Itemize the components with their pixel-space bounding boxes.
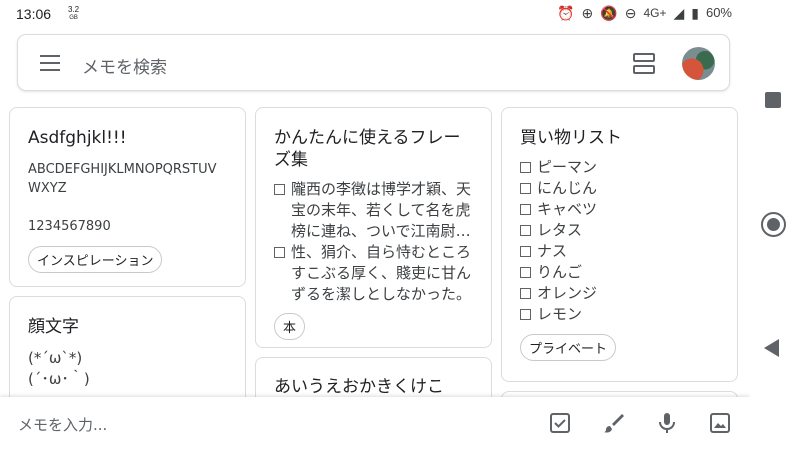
bottom-bar: メモを入力... <box>0 397 750 450</box>
checklist-item: ナス <box>520 241 719 262</box>
checkbox[interactable] <box>520 267 531 278</box>
battery-percent: 60% <box>705 5 732 20</box>
checklist-item-text: ナス <box>537 242 568 260</box>
checklist-item-text: にんじん <box>537 179 598 197</box>
search-bar[interactable]: メモを検索 <box>17 34 730 91</box>
mic-icon[interactable] <box>655 411 679 435</box>
checkbox[interactable] <box>520 309 531 320</box>
alarm-icon: ⏰ <box>557 4 575 21</box>
note-title: Asdfghjkl!!! <box>28 128 127 148</box>
image-icon[interactable] <box>708 411 732 435</box>
note-card[interactable]: かんたんに使えるフレーズ集 隴西の李徴は博学才穎、天宝の末年、若くして名を虎榜に… <box>255 107 492 348</box>
note-title: かんたんに使えるフレーズ集 <box>274 128 461 170</box>
checklist-item: 性、狷介、自ら恃むところすこぶる厚く、賤吏に甘んずるを潔しとしなかった。 <box>274 242 473 305</box>
checklist-item-text: 性、狷介、自ら恃むところすこぶる厚く、賤吏に甘んずるを潔しとしなかった。 <box>291 243 472 303</box>
checklist-item-text: レタス <box>537 221 583 239</box>
take-note-input[interactable]: メモを入力... <box>18 414 107 435</box>
brush-icon[interactable] <box>602 411 626 435</box>
notifications-off-icon: 🔕 <box>600 4 618 21</box>
note-title: あいうえおかきくけこ <box>274 377 444 397</box>
checkbox-icon[interactable] <box>548 411 572 435</box>
checklist-item-text: レモン <box>537 305 583 323</box>
checkbox[interactable] <box>274 184 285 195</box>
home-icon[interactable] <box>761 212 786 237</box>
checklist-item: にんじん <box>520 178 719 199</box>
checkbox[interactable] <box>520 225 531 236</box>
signal-icon: ◢ <box>673 4 685 21</box>
note-label-chip[interactable]: 本 <box>274 313 306 340</box>
battery-icon: ▮ <box>691 4 699 21</box>
checklist-item-text: オレンジ <box>537 284 598 302</box>
network-type: 4G+ <box>643 5 667 20</box>
back-icon[interactable] <box>764 339 779 357</box>
checkbox[interactable] <box>274 247 285 258</box>
note-body: ABCDEFGHIJKLMNOPQRSTUVWXYZ 1234567890 <box>28 162 217 234</box>
note-card[interactable]: Asdfghjkl!!! ABCDEFGHIJKLMNOPQRSTUVWXYZ … <box>9 107 246 287</box>
recent-apps-icon[interactable] <box>765 92 781 108</box>
note-label-chip[interactable]: プライベート <box>520 334 617 361</box>
checklist-item: レモン <box>520 304 719 325</box>
list-view-toggle-icon[interactable] <box>633 53 655 74</box>
note-label-chip[interactable]: インスピレーション <box>28 246 163 273</box>
checklist-item: キャベツ <box>520 199 719 220</box>
search-input[interactable]: メモを検索 <box>82 53 167 78</box>
menu-icon[interactable] <box>40 55 60 71</box>
do-not-disturb-icon: ⊖ <box>624 4 637 21</box>
checkbox[interactable] <box>520 162 531 173</box>
status-time: 13:06 <box>16 6 52 22</box>
note-title: 買い物リスト <box>520 128 622 148</box>
checklist-item-text: キャベツ <box>537 200 598 218</box>
checkbox[interactable] <box>520 288 531 299</box>
data-usage-unit: GB <box>69 15 78 21</box>
checklist-item-text: りんご <box>537 263 583 281</box>
checklist-item-text: 隴西の李徴は博学才穎、天宝の末年、若くして名を虎榜に連ね、ついで江南尉に補せられ… <box>291 180 472 240</box>
status-bar: 13:06 3.2 GB ⏰ ⊕ 🔕 ⊖ 4G+ ◢ ▮ 60% <box>0 0 750 28</box>
note-body: (*´ω`*) (´･ω･｀) <box>28 349 90 388</box>
checklist-item: レタス <box>520 220 719 241</box>
checkbox[interactable] <box>520 246 531 257</box>
note-title: 顔文字 <box>28 317 79 337</box>
checklist-item: りんご <box>520 262 719 283</box>
checkbox[interactable] <box>520 204 531 215</box>
data-usage-value: 3.2 <box>68 5 80 14</box>
checklist-item: 隴西の李徴は博学才穎、天宝の末年、若くして名を虎榜に連ね、ついで江南尉に補せられ… <box>274 179 473 242</box>
checklist-item-text: ピーマン <box>537 158 598 176</box>
note-card[interactable]: 買い物リスト ピーマン にんじん キャベツ レタス ナス りんご オレンジ レモ… <box>501 107 738 382</box>
status-icons: ⏰ ⊕ 🔕 ⊖ 4G+ ◢ ▮ 60% <box>557 5 732 20</box>
checklist-item: オレンジ <box>520 283 719 304</box>
data-usage-indicator: 3.2 GB <box>68 6 79 22</box>
checkbox[interactable] <box>520 183 531 194</box>
avatar[interactable] <box>682 47 715 80</box>
checklist-item: ピーマン <box>520 157 719 178</box>
data-saver-icon: ⊕ <box>581 4 594 21</box>
